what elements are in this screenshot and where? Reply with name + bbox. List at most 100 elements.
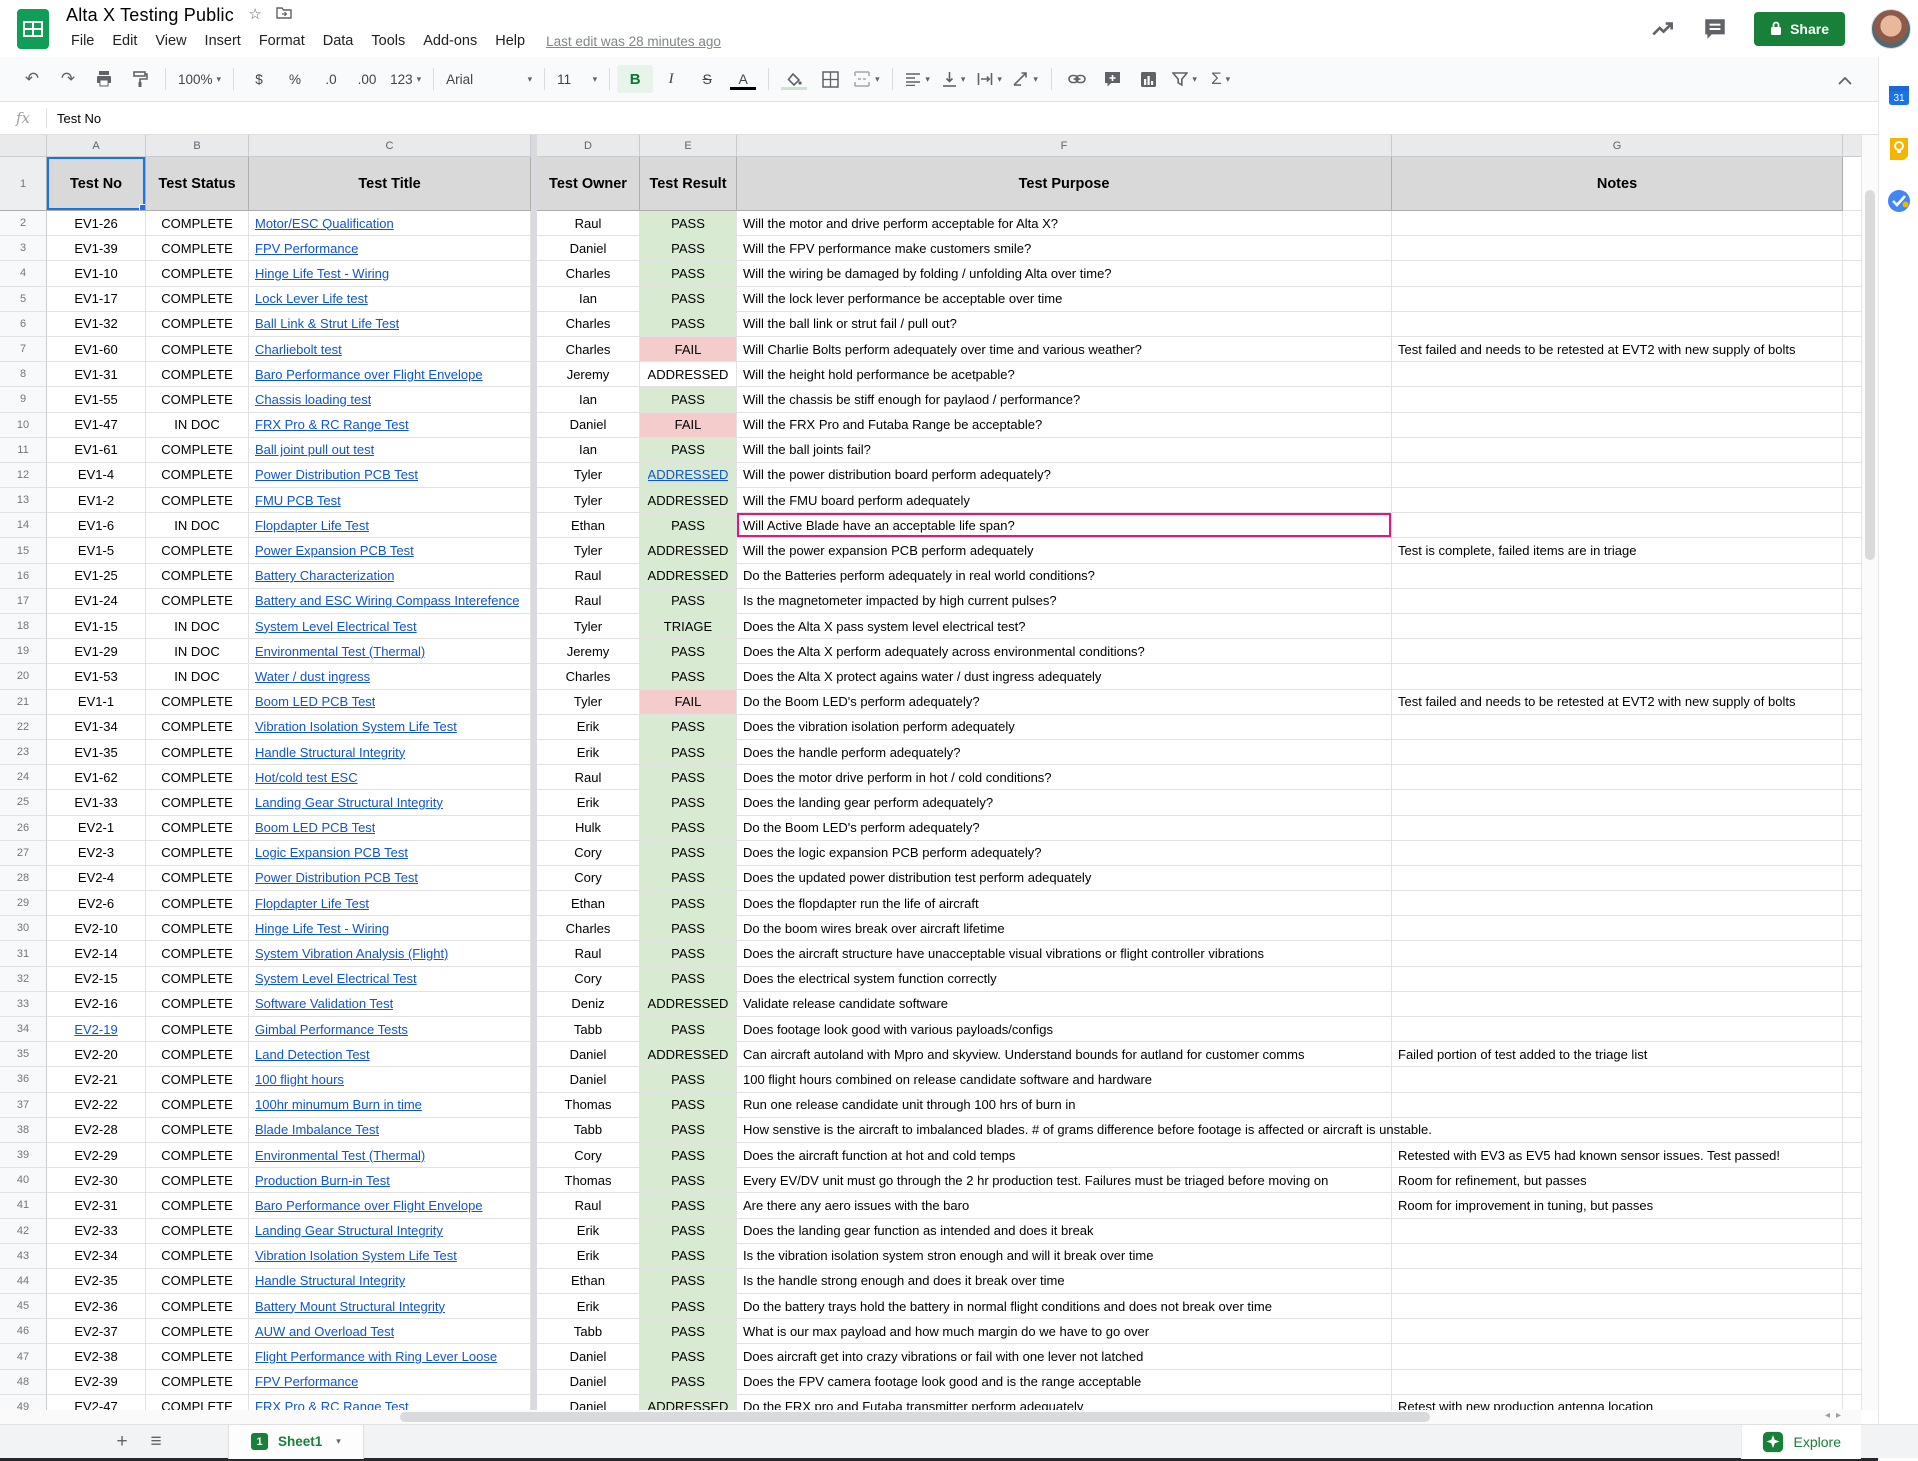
cell-test-no[interactable]: EV1-31 xyxy=(47,362,146,387)
cell-test-purpose[interactable]: Does the motor drive perform in hot / co… xyxy=(737,765,1392,790)
cell-test-status[interactable]: COMPLETE xyxy=(146,1370,249,1395)
cell-test-title[interactable]: System Level Electrical Test xyxy=(249,967,531,992)
cell-test-owner[interactable]: Daniel xyxy=(537,1067,640,1092)
cell-test-owner[interactable]: Ian xyxy=(537,387,640,412)
cell-test-title[interactable]: Vibration Isolation System Life Test xyxy=(249,715,531,740)
cell-test-purpose[interactable]: Do the Batteries perform adequately in r… xyxy=(737,564,1392,589)
cell-test-no[interactable]: EV2-31 xyxy=(47,1193,146,1218)
borders-button[interactable] xyxy=(812,65,848,93)
comment-history-icon[interactable] xyxy=(1702,16,1728,42)
cell-test-purpose[interactable]: Does the landing gear perform adequately… xyxy=(737,790,1392,815)
text-rotation-button[interactable]: ▾ xyxy=(1008,65,1044,93)
cell-test-status[interactable]: COMPLETE xyxy=(146,790,249,815)
font-select[interactable]: Arial▾ xyxy=(441,65,537,93)
cell-notes[interactable] xyxy=(1392,1244,1843,1269)
cell-test-result[interactable]: PASS xyxy=(640,1269,737,1294)
cell-test-purpose[interactable]: How senstive is the aircraft to imbalanc… xyxy=(737,1118,1392,1143)
bold-button[interactable]: B xyxy=(617,65,653,93)
horizontal-scrollbar[interactable]: ◂▸ xyxy=(0,1410,1861,1424)
cell-test-title[interactable]: Boom LED PCB Test xyxy=(249,690,531,715)
cell-test-title[interactable]: Hinge Life Test - Wiring xyxy=(249,916,531,941)
cell-test-title[interactable]: Battery Mount Structural Integrity xyxy=(249,1294,531,1319)
cell-test-owner[interactable]: Tyler xyxy=(537,538,640,563)
cell-test-title[interactable]: Flopdapter Life Test xyxy=(249,513,531,538)
cell-notes[interactable] xyxy=(1392,614,1843,639)
cell-test-no[interactable]: EV1-33 xyxy=(47,790,146,815)
cell-test-result[interactable]: PASS xyxy=(640,639,737,664)
cell-test-purpose[interactable]: Does the Alta X perform adequately acros… xyxy=(737,639,1392,664)
cell-test-purpose[interactable]: Does the Alta X pass system level electr… xyxy=(737,614,1392,639)
cell-test-no[interactable]: EV2-39 xyxy=(47,1370,146,1395)
row-number[interactable]: 37 xyxy=(0,1093,47,1118)
cell-test-title[interactable]: Battery and ESC Wiring Compass Interefen… xyxy=(249,589,531,614)
cell-test-owner[interactable]: Tabb xyxy=(537,1118,640,1143)
cell-notes[interactable] xyxy=(1392,1118,1843,1143)
cell-test-purpose[interactable]: 100 flight hours combined on release can… xyxy=(737,1067,1392,1092)
cell-e1[interactable]: Test Result xyxy=(640,157,737,211)
test-title-link[interactable]: Battery Characterization xyxy=(255,568,394,583)
cell-test-owner[interactable]: Daniel xyxy=(537,413,640,438)
test-title-link[interactable]: Power Distribution PCB Test xyxy=(255,870,418,885)
cell-test-status[interactable]: COMPLETE xyxy=(146,538,249,563)
row-number[interactable]: 28 xyxy=(0,866,47,891)
row-number[interactable]: 22 xyxy=(0,715,47,740)
cell-test-no[interactable]: EV1-47 xyxy=(47,413,146,438)
cell-test-title[interactable]: Logic Expansion PCB Test xyxy=(249,841,531,866)
column-header-c[interactable]: C xyxy=(249,135,531,157)
cell-test-result[interactable]: PASS xyxy=(640,1118,737,1143)
cell-test-title[interactable]: Land Detection Test xyxy=(249,1042,531,1067)
cell-test-title[interactable]: 100hr minumum Burn in time xyxy=(249,1093,531,1118)
test-title-link[interactable]: System Level Electrical Test xyxy=(255,971,417,986)
cell-f1[interactable]: Test Purpose xyxy=(737,157,1392,211)
cell-test-status[interactable]: COMPLETE xyxy=(146,488,249,513)
cell-test-no[interactable]: EV2-33 xyxy=(47,1219,146,1244)
cell-notes[interactable] xyxy=(1392,463,1843,488)
row-number[interactable]: 7 xyxy=(0,337,47,362)
cell-test-owner[interactable]: Daniel xyxy=(537,1370,640,1395)
test-title-link[interactable]: Boom LED PCB Test xyxy=(255,694,375,709)
last-edit-link[interactable]: Last edit was 28 minutes ago xyxy=(546,34,721,49)
cell-notes[interactable] xyxy=(1392,992,1843,1017)
row-number[interactable]: 33 xyxy=(0,992,47,1017)
cell-notes[interactable] xyxy=(1392,362,1843,387)
cell-test-result[interactable]: FAIL xyxy=(640,413,737,438)
test-title-link[interactable]: Power Distribution PCB Test xyxy=(255,467,418,482)
cell-test-status[interactable]: IN DOC xyxy=(146,664,249,689)
test-title-link[interactable]: Land Detection Test xyxy=(255,1047,370,1062)
cell-notes[interactable] xyxy=(1392,639,1843,664)
more-formats-button[interactable]: 123▾ xyxy=(385,65,426,93)
menu-data[interactable]: Data xyxy=(314,31,363,51)
cell-test-no[interactable]: EV1-34 xyxy=(47,715,146,740)
row-number[interactable]: 20 xyxy=(0,664,47,689)
cell-test-no[interactable]: EV2-15 xyxy=(47,967,146,992)
cell-notes[interactable]: Failed portion of test added to the tria… xyxy=(1392,1042,1843,1067)
cell-test-purpose[interactable]: Will the lock lever performance be accep… xyxy=(737,287,1392,312)
cell-test-owner[interactable]: Tyler xyxy=(537,614,640,639)
cell-notes[interactable] xyxy=(1392,1294,1843,1319)
cell-test-no[interactable]: EV1-26 xyxy=(47,211,146,236)
row-number[interactable]: 15 xyxy=(0,538,47,563)
cell-test-status[interactable]: COMPLETE xyxy=(146,891,249,916)
cell-test-status[interactable]: COMPLETE xyxy=(146,438,249,463)
cell-c1[interactable]: Test Title xyxy=(249,157,531,211)
cell-test-result[interactable]: PASS xyxy=(640,261,737,286)
cell-test-no[interactable]: EV1-25 xyxy=(47,564,146,589)
column-header-f[interactable]: F xyxy=(737,135,1392,157)
cell-test-no[interactable]: EV2-1 xyxy=(47,816,146,841)
cell-test-title[interactable]: FRX Pro & RC Range Test xyxy=(249,413,531,438)
test-title-link[interactable]: Baro Performance over Flight Envelope xyxy=(255,367,483,382)
test-title-link[interactable]: Blade Imbalance Test xyxy=(255,1122,379,1137)
cell-test-owner[interactable]: Erik xyxy=(537,715,640,740)
cell-test-status[interactable]: COMPLETE xyxy=(146,866,249,891)
cell-test-no[interactable]: EV2-16 xyxy=(47,992,146,1017)
cell-test-no[interactable]: EV1-17 xyxy=(47,287,146,312)
row-number[interactable]: 25 xyxy=(0,790,47,815)
cell-test-result[interactable]: PASS xyxy=(640,1168,737,1193)
cell-test-title[interactable]: Water / dust ingress xyxy=(249,664,531,689)
test-title-link[interactable]: 100 flight hours xyxy=(255,1072,344,1087)
cell-test-title[interactable]: Landing Gear Structural Integrity xyxy=(249,790,531,815)
format-percent-button[interactable]: % xyxy=(277,65,313,93)
cell-test-no[interactable]: EV1-60 xyxy=(47,337,146,362)
cell-notes[interactable] xyxy=(1392,387,1843,412)
move-to-folder-icon[interactable] xyxy=(276,6,292,23)
